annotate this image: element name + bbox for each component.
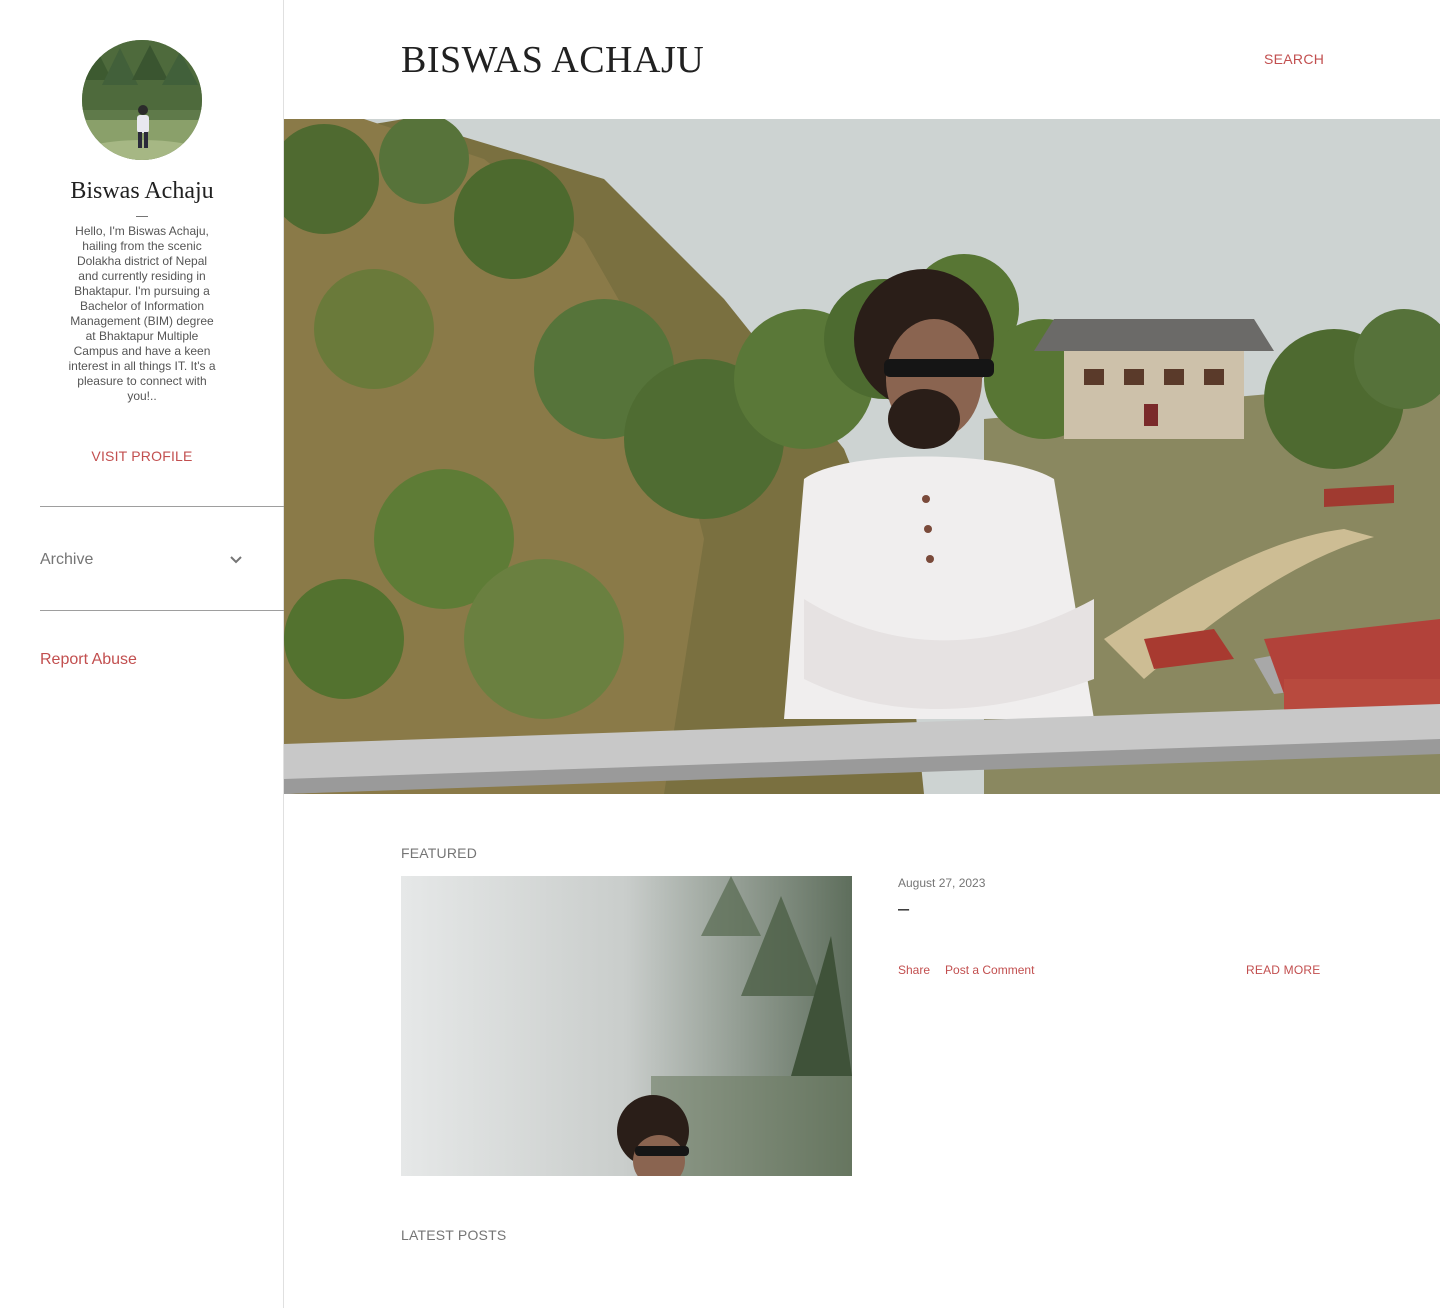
- visit-profile-link[interactable]: VISIT PROFILE: [0, 448, 284, 464]
- post-actions: Share Post a Comment: [898, 963, 1034, 977]
- chevron-down-icon: [230, 556, 242, 564]
- profile-name: Biswas Achaju: [70, 178, 214, 204]
- featured-photo: [401, 876, 852, 1176]
- avatar-photo: [82, 40, 202, 160]
- sidebar: Biswas Achaju Hello, I'm Biswas Achaju, …: [0, 0, 284, 1308]
- avatar[interactable]: [82, 40, 202, 160]
- share-button[interactable]: Share: [898, 963, 930, 977]
- post-title[interactable]: –: [898, 898, 909, 921]
- post-date: August 27, 2023: [898, 876, 986, 890]
- report-abuse-link[interactable]: Report Abuse: [40, 651, 137, 669]
- latest-posts-label: LATEST POSTS: [401, 1227, 507, 1243]
- featured-label: FEATURED: [401, 845, 478, 861]
- sidebar-divider-bottom: [40, 610, 284, 611]
- archive-dropdown[interactable]: Archive: [40, 548, 244, 572]
- hero-photo: [284, 119, 1440, 794]
- read-more-link[interactable]: READ MORE: [1246, 963, 1320, 977]
- sidebar-divider-top: [40, 506, 284, 507]
- hero-image: [284, 119, 1440, 794]
- search-button[interactable]: SEARCH: [1264, 51, 1324, 67]
- profile-divider: [136, 216, 148, 217]
- featured-post-image[interactable]: [401, 876, 852, 1176]
- blog-title[interactable]: BISWAS ACHAJU: [401, 38, 704, 82]
- profile-bio: Hello, I'm Biswas Achaju, hailing from t…: [68, 224, 216, 403]
- archive-label: Archive: [40, 551, 94, 568]
- post-comment-link[interactable]: Post a Comment: [945, 963, 1034, 977]
